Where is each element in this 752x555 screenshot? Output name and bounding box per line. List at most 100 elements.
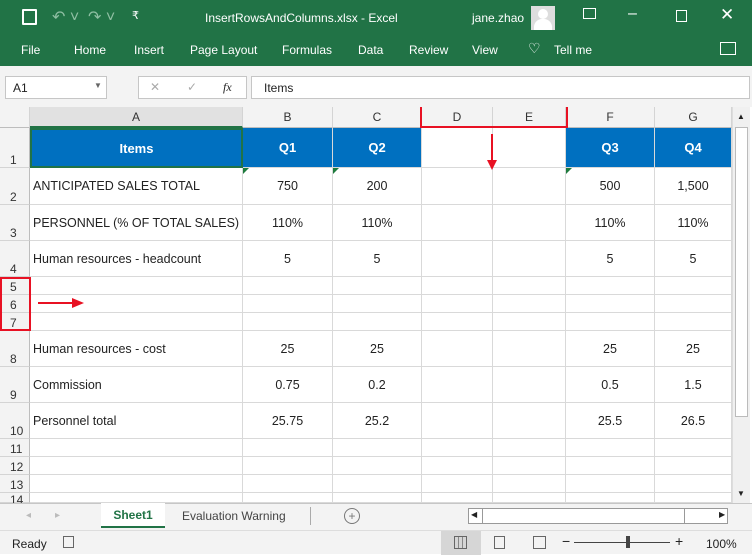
hscroll-thumb[interactable] <box>482 509 685 523</box>
cell-G7[interactable] <box>655 313 732 331</box>
normal-view-button[interactable] <box>441 531 481 555</box>
cell-G3[interactable]: 110% <box>655 205 732 241</box>
cell-G14[interactable] <box>655 493 732 503</box>
row-header-2[interactable]: 2 <box>0 168 30 205</box>
row-header-1[interactable]: 1 <box>0 128 30 168</box>
prev-sheet-icon[interactable]: ◂ <box>26 510 31 521</box>
zoom-in-button[interactable]: + <box>675 533 683 549</box>
row-header-9[interactable]: 9 <box>0 367 30 403</box>
cell-C9[interactable]: 0.2 <box>333 367 422 403</box>
cell-B4[interactable]: 5 <box>243 241 333 277</box>
formula-input[interactable]: Items <box>251 76 750 99</box>
cell-B2[interactable]: 750 <box>243 168 333 205</box>
cell-E12[interactable] <box>493 457 566 475</box>
cell-A12[interactable] <box>30 457 243 475</box>
cell-B8[interactable]: 25 <box>243 331 333 367</box>
cell-G11[interactable] <box>655 439 732 457</box>
maximize-button[interactable] <box>676 10 687 22</box>
add-sheet-icon[interactable]: + <box>344 508 360 524</box>
cell-D13[interactable] <box>422 475 493 493</box>
cell-B1[interactable]: Q1 <box>243 128 333 168</box>
next-sheet-icon[interactable]: ▸ <box>55 510 60 521</box>
cell-G9[interactable]: 1.5 <box>655 367 732 403</box>
tab-page-layout[interactable]: Page Layout <box>190 43 257 57</box>
cell-E3[interactable] <box>493 205 566 241</box>
redo-icon[interactable]: ↷ ˅ <box>88 7 115 27</box>
cell-G10[interactable]: 26.5 <box>655 403 732 439</box>
cell-B13[interactable] <box>243 475 333 493</box>
cell-B7[interactable] <box>243 313 333 331</box>
cell-C14[interactable] <box>333 493 422 503</box>
undo-icon[interactable]: ↶ ˅ <box>52 7 79 27</box>
cell-F10[interactable]: 25.5 <box>566 403 655 439</box>
save-icon[interactable] <box>22 9 37 25</box>
tab-view[interactable]: View <box>472 43 498 57</box>
cell-B12[interactable] <box>243 457 333 475</box>
cell-B3[interactable]: 110% <box>243 205 333 241</box>
cell-A2[interactable]: ANTICIPATED SALES TOTAL <box>30 168 243 205</box>
scroll-up-icon[interactable]: ▲ <box>737 112 745 121</box>
cell-C8[interactable]: 25 <box>333 331 422 367</box>
vertical-scrollbar[interactable]: ▲ ▼ <box>732 107 750 503</box>
col-header-a[interactable]: A <box>30 107 243 128</box>
cell-D6[interactable] <box>422 295 493 313</box>
cell-A10[interactable]: Personnel total <box>30 403 243 439</box>
row-header-14[interactable]: 14 <box>0 493 30 503</box>
zoom-slider[interactable] <box>574 542 670 543</box>
zoom-out-button[interactable]: − <box>562 533 570 549</box>
sheet-tab-sheet1[interactable]: Sheet1 <box>101 503 165 528</box>
sheet-tab-evaluation-warning[interactable]: Evaluation Warning <box>182 509 286 523</box>
cell-E13[interactable] <box>493 475 566 493</box>
cell-C13[interactable] <box>333 475 422 493</box>
scroll-left-icon[interactable]: ◀ <box>471 510 477 519</box>
cell-E10[interactable] <box>493 403 566 439</box>
cell-F8[interactable]: 25 <box>566 331 655 367</box>
col-header-f[interactable]: F <box>566 107 655 128</box>
cell-D5[interactable] <box>422 277 493 295</box>
row-header-11[interactable]: 11 <box>0 439 30 457</box>
cell-B10[interactable]: 25.75 <box>243 403 333 439</box>
cell-A5[interactable] <box>30 277 243 295</box>
row-header-13[interactable]: 13 <box>0 475 30 493</box>
page-break-view-button[interactable] <box>533 536 546 549</box>
cell-F12[interactable] <box>566 457 655 475</box>
cell-A3[interactable]: PERSONNEL (% OF TOTAL SALES) <box>30 205 243 241</box>
tab-formulas[interactable]: Formulas <box>282 43 332 57</box>
cell-E4[interactable] <box>493 241 566 277</box>
cell-F14[interactable] <box>566 493 655 503</box>
tab-insert[interactable]: Insert <box>134 43 164 57</box>
cell-E14[interactable] <box>493 493 566 503</box>
cell-D12[interactable] <box>422 457 493 475</box>
user-name[interactable]: jane.zhao <box>472 11 524 25</box>
cell-D9[interactable] <box>422 367 493 403</box>
cell-D2[interactable] <box>422 168 493 205</box>
row-header-10[interactable]: 10 <box>0 403 30 439</box>
cell-F7[interactable] <box>566 313 655 331</box>
cell-B9[interactable]: 0.75 <box>243 367 333 403</box>
cell-F6[interactable] <box>566 295 655 313</box>
cell-C1[interactable]: Q2 <box>333 128 422 168</box>
cell-D11[interactable] <box>422 439 493 457</box>
cell-G1[interactable]: Q4 <box>655 128 732 168</box>
cell-D10[interactable] <box>422 403 493 439</box>
cell-A1[interactable]: Items <box>30 128 243 168</box>
cell-E9[interactable] <box>493 367 566 403</box>
col-header-b[interactable]: B <box>243 107 333 128</box>
cell-G13[interactable] <box>655 475 732 493</box>
cell-C6[interactable] <box>333 295 422 313</box>
cell-A7[interactable] <box>30 313 243 331</box>
cell-D4[interactable] <box>422 241 493 277</box>
cell-A8[interactable]: Human resources - cost <box>30 331 243 367</box>
zoom-slider-handle[interactable] <box>626 536 630 548</box>
cell-F4[interactable]: 5 <box>566 241 655 277</box>
cell-G8[interactable]: 25 <box>655 331 732 367</box>
cell-F9[interactable]: 0.5 <box>566 367 655 403</box>
cell-D14[interactable] <box>422 493 493 503</box>
cell-D7[interactable] <box>422 313 493 331</box>
cell-C7[interactable] <box>333 313 422 331</box>
cell-G4[interactable]: 5 <box>655 241 732 277</box>
tab-file[interactable]: File <box>21 43 40 57</box>
cell-C2[interactable]: 200 <box>333 168 422 205</box>
cell-E8[interactable] <box>493 331 566 367</box>
row-header-8[interactable]: 8 <box>0 331 30 367</box>
